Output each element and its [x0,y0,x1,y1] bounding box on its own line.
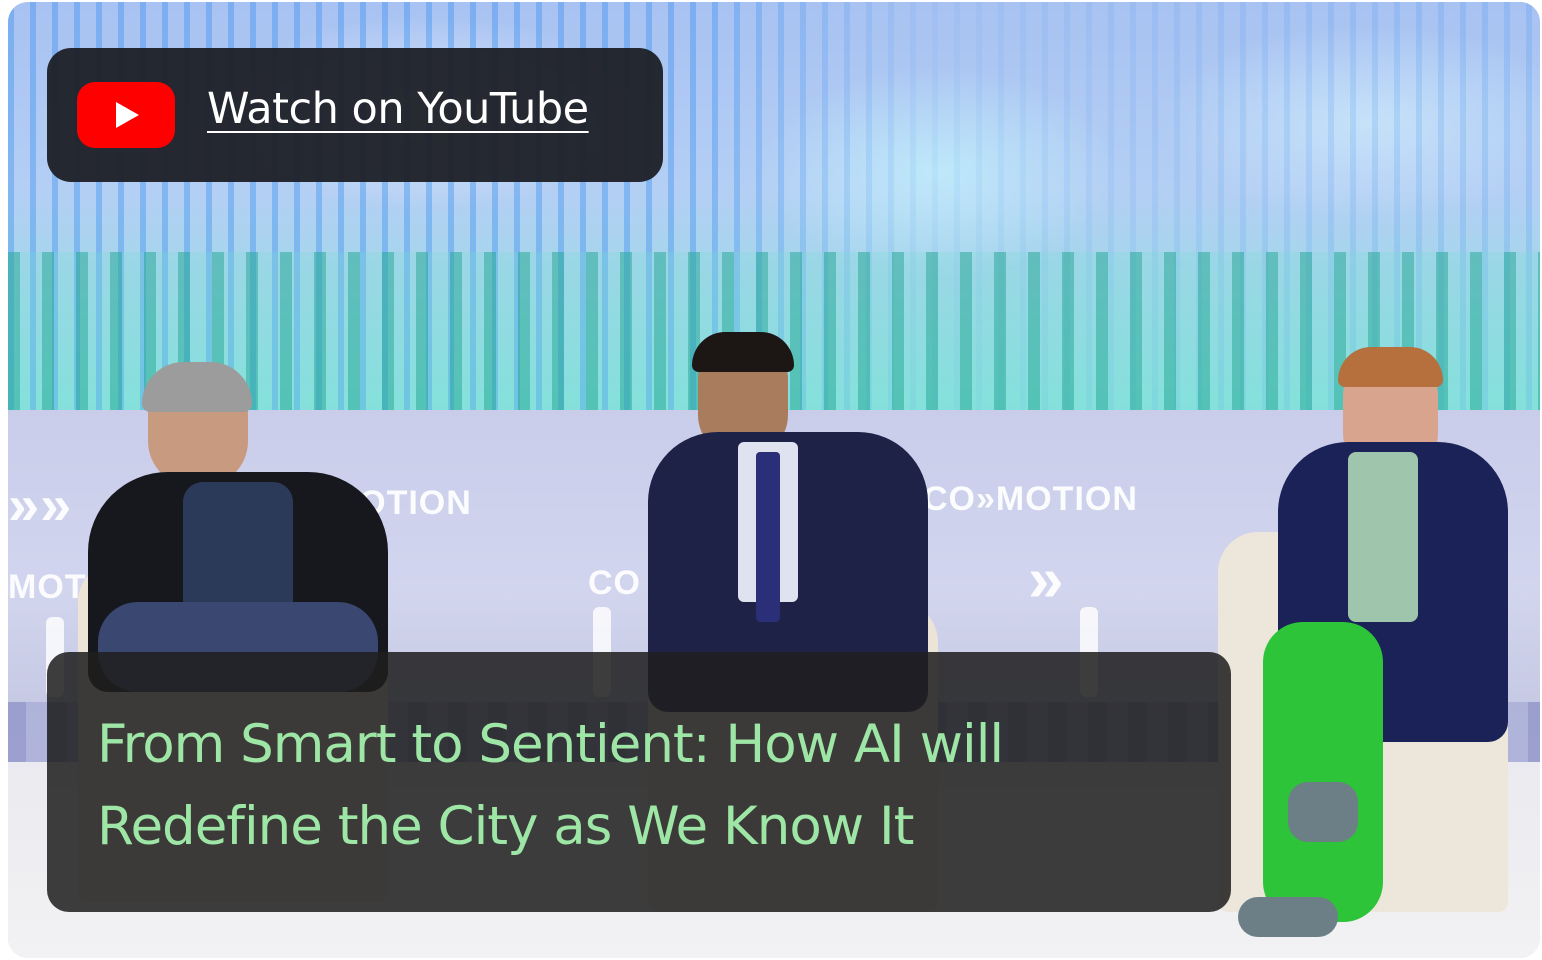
panelist-hair [692,332,794,372]
panelist-shoe [1288,782,1358,842]
panelist-shirt [1348,452,1418,622]
panelist-hair [142,362,252,412]
panelist-shoe [1238,897,1338,937]
backdrop-logo: CO»MOTION [923,480,1138,518]
panelist-green-trousers [1263,622,1383,922]
watch-on-youtube-label: Watch on YouTube [207,84,589,134]
youtube-logo-icon [77,82,175,148]
panelist-tie [756,452,780,622]
backdrop-chevron: »» [8,473,73,536]
video-title: From Smart to Sentient: How AI will Rede… [97,714,1004,857]
video-title-overlay: From Smart to Sentient: How AI will Rede… [47,652,1231,912]
backdrop-logo: CO [588,564,641,602]
watch-on-youtube-button[interactable]: Watch on YouTube [47,48,663,182]
backdrop-chevron: » [1028,543,1065,615]
panelist-hair [1338,347,1443,387]
